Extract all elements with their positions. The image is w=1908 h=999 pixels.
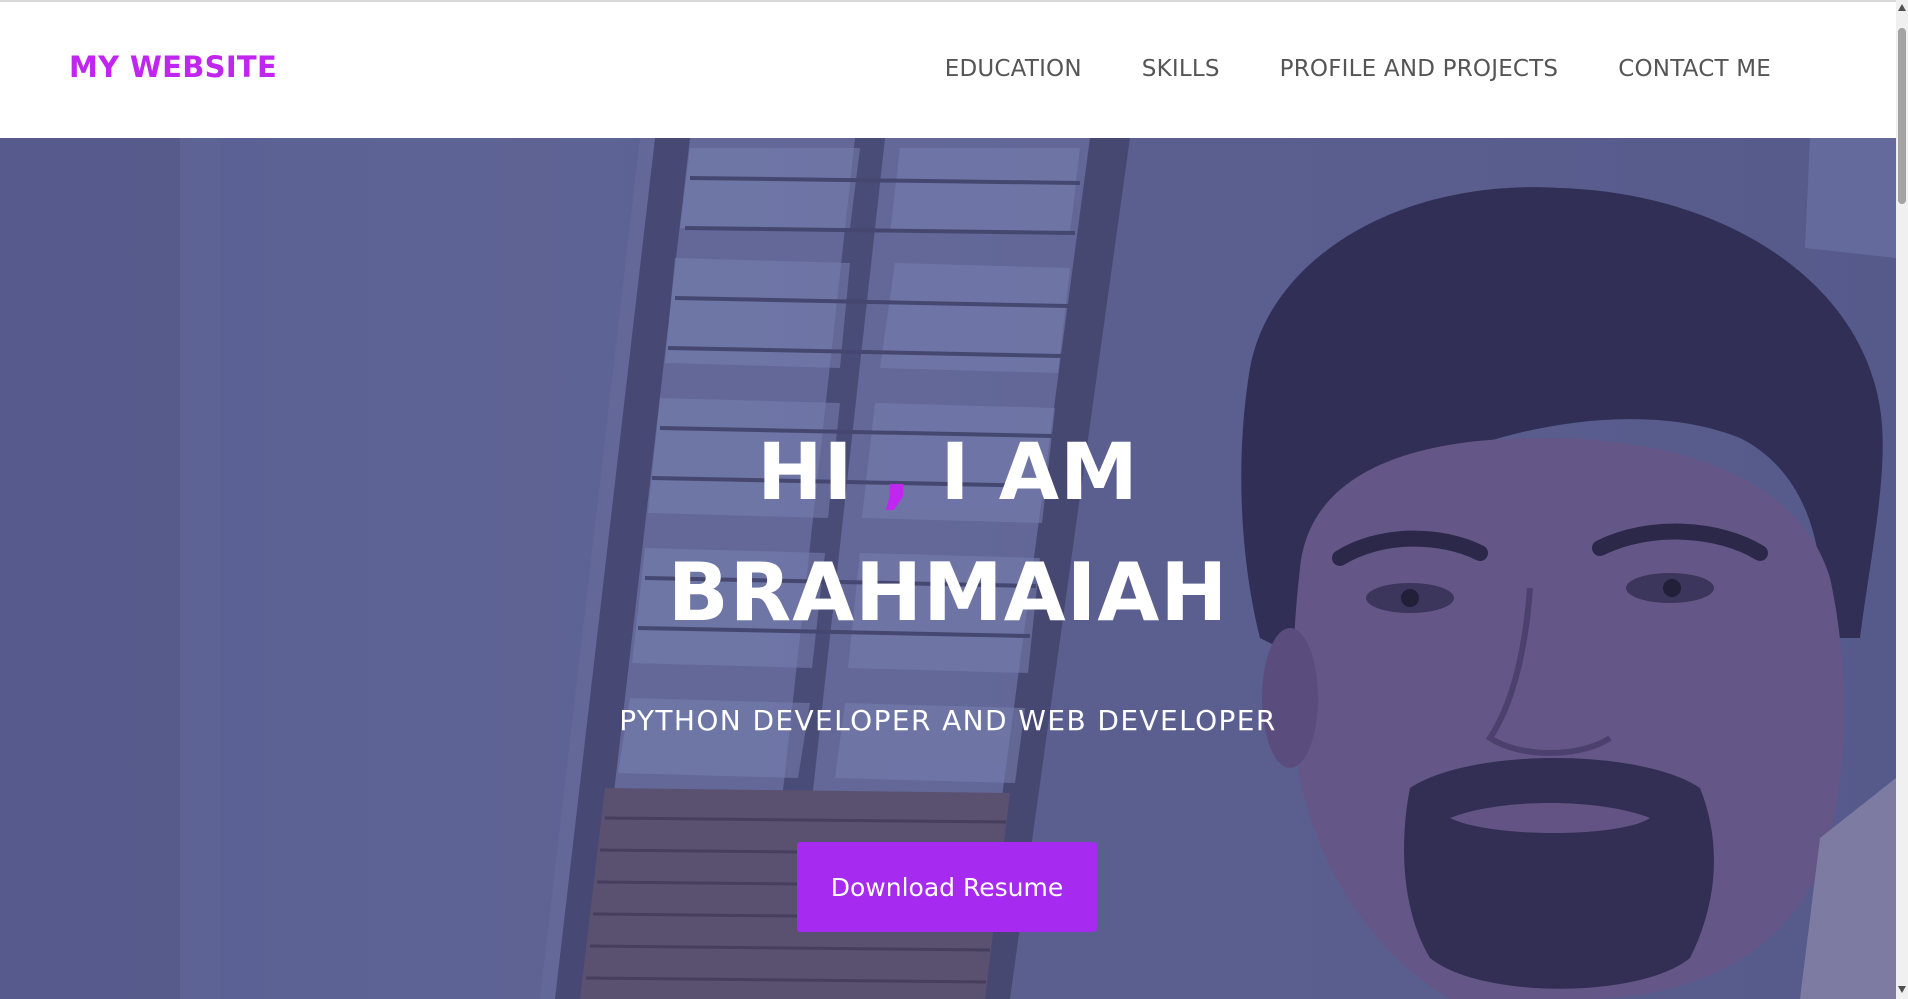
greeting-i-am: I AM [912,428,1139,518]
hero-content: HI , I AM BRAHMAIAH PYTHON DEVELOPER AND… [0,138,1896,999]
greeting-hi: HI [757,428,882,518]
hero-greeting: HI , I AM [0,428,1896,518]
hero-subtitle: PYTHON DEVELOPER AND WEB DEVELOPER [619,704,1277,737]
scroll-down-arrow-icon[interactable] [1898,986,1906,993]
nav-link-education[interactable]: EDUCATION [945,56,1082,82]
hero-section: HI , I AM BRAHMAIAH PYTHON DEVELOPER AND… [0,138,1896,999]
nav-link-profile-and-projects[interactable]: PROFILE AND PROJECTS [1280,56,1559,82]
brand-logo-link[interactable]: MY WEBSITE [69,50,277,84]
greeting-comma: , [881,428,913,518]
nav-link-contact-me[interactable]: CONTACT ME [1618,56,1771,82]
nav-links: EDUCATION SKILLS PROFILE AND PROJECTS CO… [885,56,1771,82]
download-resume-button[interactable]: Download Resume [797,842,1097,932]
hero-name: BRAHMAIAH [667,546,1229,639]
scroll-up-arrow-icon[interactable] [1898,4,1906,11]
scroll-thumb[interactable] [1898,28,1906,204]
navbar: MY WEBSITE EDUCATION SKILLS PROFILE AND … [0,2,1896,138]
page-scrollbar[interactable] [1896,0,1908,999]
nav-link-skills[interactable]: SKILLS [1142,56,1220,82]
